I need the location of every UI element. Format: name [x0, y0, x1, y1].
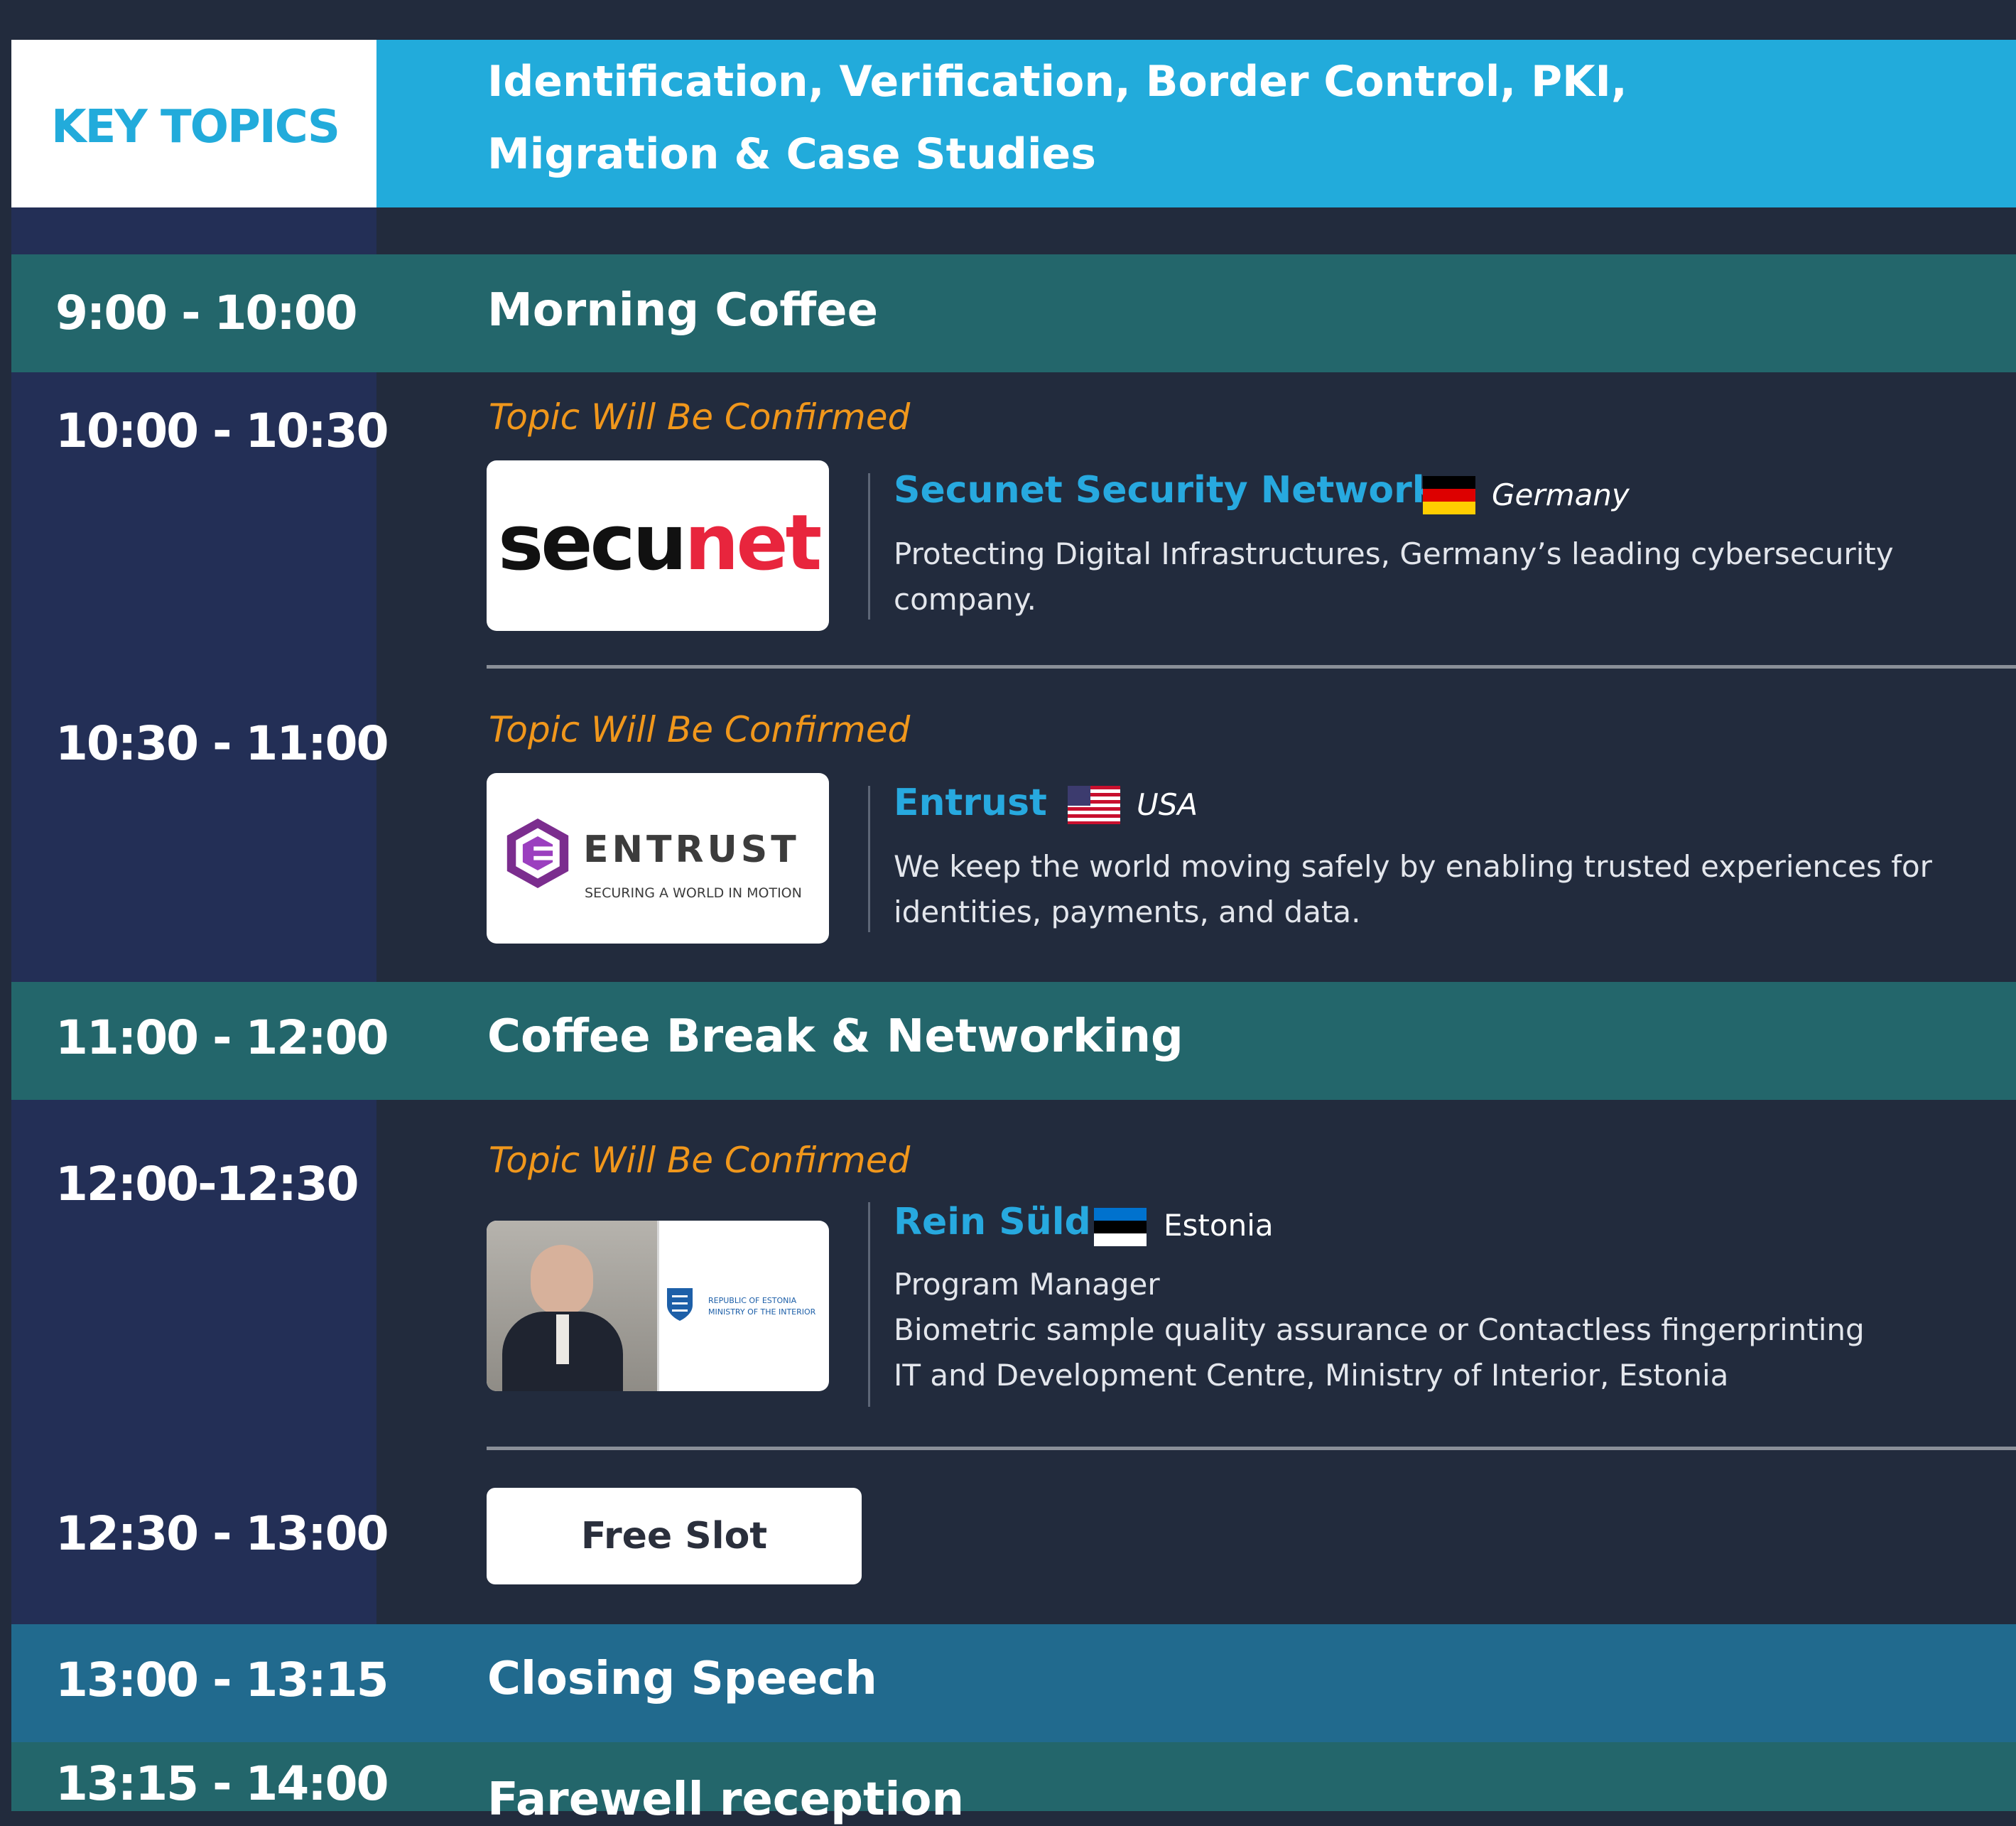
secunet-logo-part2: net [684, 499, 822, 588]
session1-divider [868, 473, 870, 620]
coffee-break-time: 11:00 - 12:00 [55, 1010, 389, 1065]
session2-time: 10:30 - 11:00 [55, 716, 389, 771]
key-topics-label-box: KEY TOPICS [11, 40, 376, 207]
secunet-logo: secunet [487, 460, 829, 631]
session2-divider [868, 786, 870, 932]
free-slot-label: Free Slot [580, 1515, 768, 1557]
key-topics-line1: Identification, Verification, Border Con… [487, 57, 1627, 107]
session3-detail: Biometric sample quality assurance or Co… [894, 1312, 1865, 1347]
morning-coffee-time: 9:00 - 10:00 [55, 286, 358, 340]
usa-flag-icon [1068, 786, 1120, 824]
session2-topic: Topic Will Be Confirmed [489, 709, 911, 750]
closing-speech-time: 13:00 - 13:15 [55, 1653, 389, 1707]
estonia-coat-of-arms-icon [667, 1288, 693, 1321]
farewell-time: 13:15 - 14:00 [55, 1756, 389, 1811]
closing-speech-title: Closing Speech [487, 1653, 877, 1705]
session1-country: Germany [1492, 477, 1630, 512]
secunet-logo-part1: secu [498, 499, 687, 588]
coffee-break-title: Coffee Break & Networking [487, 1010, 1183, 1063]
ministry-logo-line2: Ministry of the Interior [708, 1307, 816, 1317]
farewell-band: 13:15 - 14:00 Farewell reception [11, 1742, 2016, 1826]
session3-role: Program Manager [894, 1267, 1160, 1302]
session3-time: 12:00-12:30 [55, 1157, 359, 1211]
session-separator [487, 665, 2016, 669]
entrust-hexagon-icon [506, 819, 569, 888]
free-slot-button[interactable]: Free Slot [487, 1488, 862, 1584]
speaker-photo [487, 1221, 657, 1391]
key-topics-bar: Identification, Verification, Border Con… [376, 40, 2016, 207]
session3-affiliation: IT and Development Centre, Ministry of I… [894, 1358, 1729, 1393]
germany-flag-icon [1423, 476, 1475, 514]
session1-time: 10:00 - 10:30 [55, 404, 389, 458]
session1-topic: Topic Will Be Confirmed [489, 396, 911, 438]
session3-topic: Topic Will Be Confirmed [489, 1140, 911, 1181]
session-separator [487, 1447, 2016, 1450]
entrust-logo-tagline: SECURING A WORLD IN MOTION [585, 885, 802, 901]
entrust-logo-name: ENTRUST [583, 828, 800, 871]
time-column [11, 372, 376, 982]
session2-description: We keep the world moving safely by enabl… [894, 849, 1932, 929]
session1-description: Protecting Digital Infrastructures, Germ… [894, 536, 1894, 617]
farewell-title: Farewell reception [487, 1773, 964, 1826]
key-topics-line2: Migration & Case Studies [487, 129, 1096, 179]
morning-coffee-title: Morning Coffee [487, 284, 878, 337]
session3-divider [868, 1202, 870, 1407]
morning-coffee-band: 9:00 - 10:00 Morning Coffee [11, 254, 2016, 372]
session3-country: Estonia [1164, 1208, 1274, 1243]
key-topics-label: KEY TOPICS [51, 101, 340, 153]
time-column [11, 207, 376, 254]
speaker-card: Republic of Estonia Ministry of the Inte… [487, 1221, 829, 1391]
session1-speaker[interactable]: Secunet Security Networks [894, 469, 1458, 512]
session2-speaker[interactable]: Entrust [894, 782, 1047, 824]
session4-time: 12:30 - 13:00 [55, 1506, 389, 1561]
entrust-logo: ENTRUST SECURING A WORLD IN MOTION [487, 773, 829, 944]
session2-country: USA [1137, 787, 1198, 822]
estonia-flag-icon [1094, 1208, 1147, 1246]
coffee-break-band: 11:00 - 12:00 Coffee Break & Networking [11, 982, 2016, 1100]
session3-speaker[interactable]: Rein Süld [894, 1201, 1091, 1243]
closing-speech-band: 13:00 - 13:15 Closing Speech [11, 1624, 2016, 1742]
ministry-logo-line1: Republic of Estonia [708, 1296, 797, 1305]
